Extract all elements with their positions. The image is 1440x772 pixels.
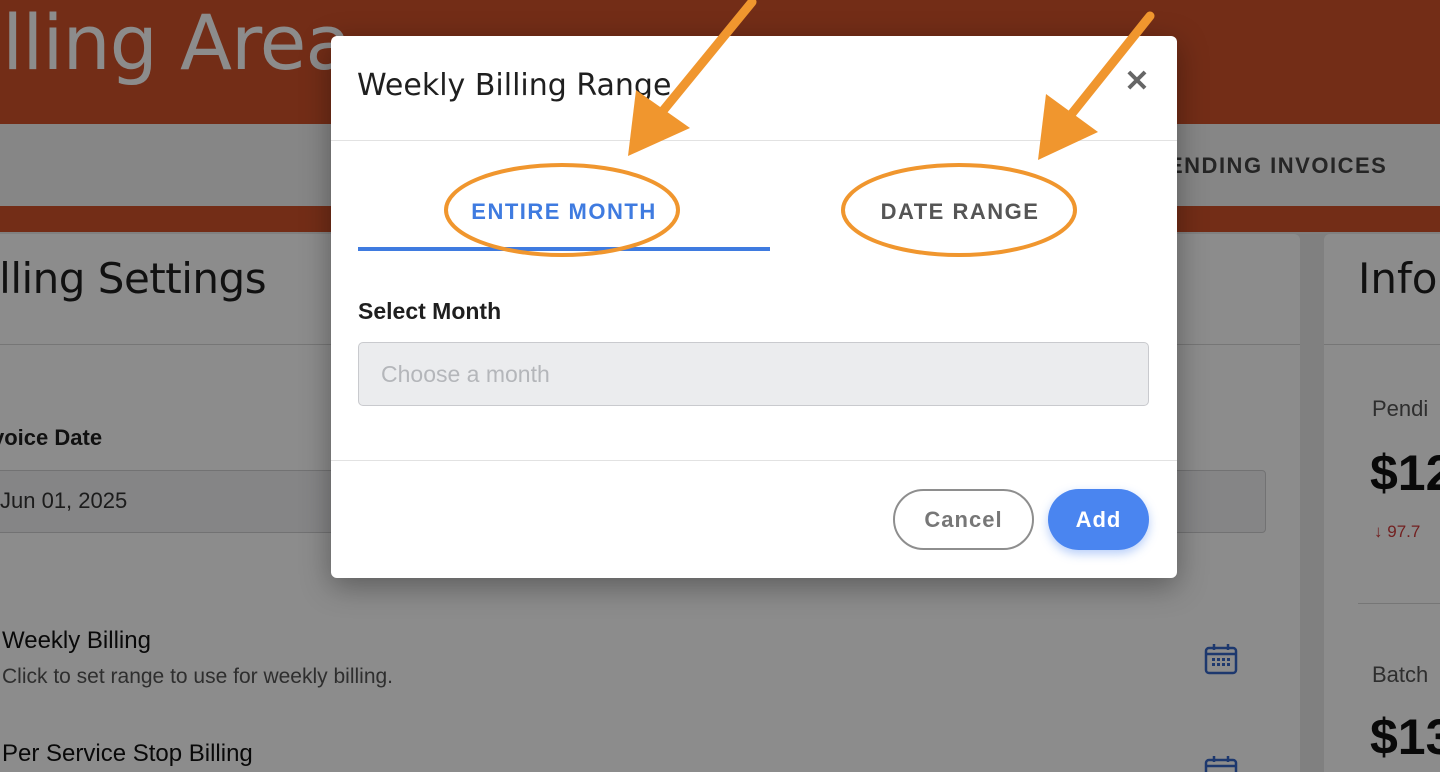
month-input[interactable] xyxy=(358,342,1149,406)
select-month-label: Select Month xyxy=(358,298,502,324)
tab-date-range[interactable]: DATE RANGE xyxy=(771,182,1149,242)
tab-entire-month[interactable]: ENTIRE MONTH xyxy=(358,182,770,242)
weekly-billing-range-dialog: Weekly Billing Range ✕ ENTIRE MONTH DATE… xyxy=(331,36,1177,578)
active-tab-indicator xyxy=(358,247,770,251)
add-button[interactable]: Add xyxy=(1048,489,1149,550)
dialog-title: Weekly Billing Range xyxy=(357,68,672,103)
cancel-button[interactable]: Cancel xyxy=(893,489,1034,550)
divider xyxy=(331,140,1177,141)
close-icon[interactable]: ✕ xyxy=(1121,64,1153,100)
divider xyxy=(331,460,1177,461)
